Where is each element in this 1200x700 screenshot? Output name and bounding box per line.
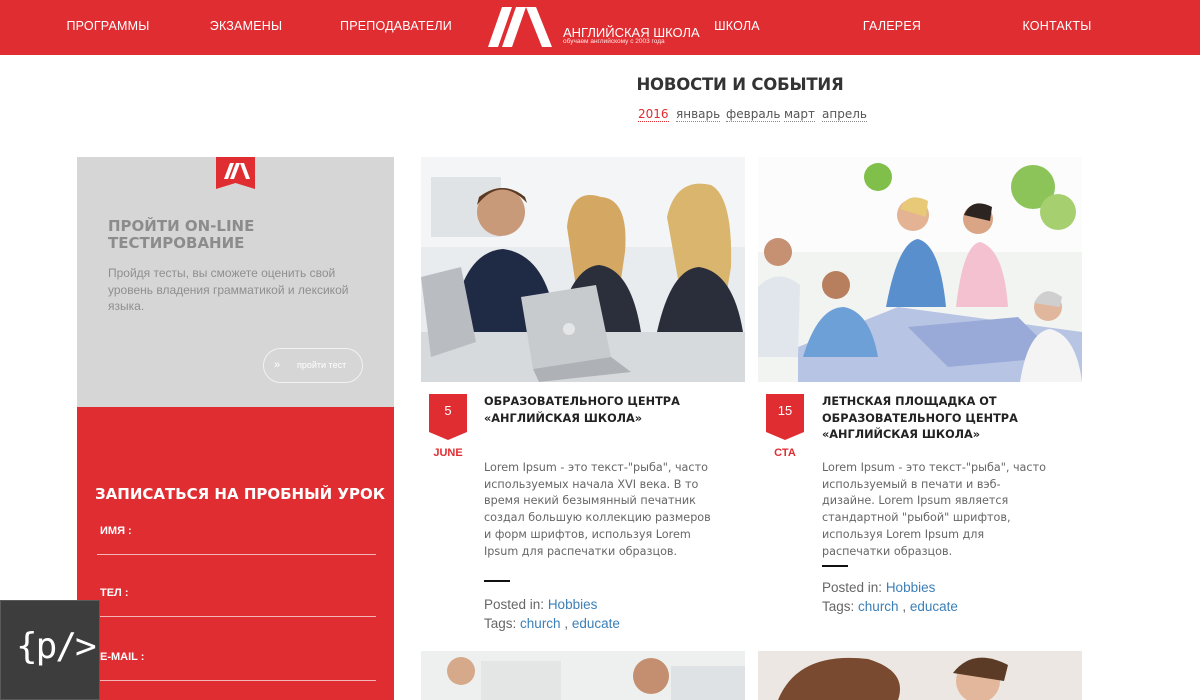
team-workshop-photo-icon [758,157,1082,382]
news-card-image-workshop[interactable] [758,157,1082,382]
nav-gallery-link[interactable]: ГАЛЕРЕЯ [852,19,932,37]
portrait-photo-icon [758,651,1082,700]
take-test-button[interactable]: » пройти тест [263,348,363,383]
online-test-title: ПРОЙТИ ON-LINE ТЕСТИРОВАНИЕ [108,217,255,252]
filter-january[interactable]: январь [676,107,721,122]
logo-subtitle: обучаем английскому с 2003 года [563,38,665,45]
card-date-day: 5 [444,403,452,418]
posted-in-label: Posted in: [822,580,883,595]
students-with-laptops-photo-icon [421,157,745,382]
news-card-image-next-1[interactable] [421,651,745,700]
tag-link[interactable]: church [520,616,561,631]
card-posted-in: Posted in: Hobbies [484,597,597,612]
page: ПРОГРАММЫ ЭКЗАМЕНЫ ПРЕПОДАВАТЕЛИ Английс… [0,0,1200,700]
filter-february[interactable]: февраль [726,107,781,122]
card-title[interactable]: ЛЕТНСКАЯ ПЛОЩАДКА ОТ ОБРАЗОВАТЕЛЬНОГО ЦЕ… [822,394,1072,444]
double-chevron-right-icon: » [274,359,281,371]
phone-field[interactable]: ТЕЛ : [97,587,376,617]
tag-link[interactable]: educate [572,616,620,631]
news-section-title: НОВОСТИ И СОБЫТИЯ [636,75,844,94]
card-divider [822,565,848,567]
filter-march[interactable]: март [784,107,816,122]
tag-link[interactable]: church [858,599,899,614]
card-posted-in: Posted in: Hobbies [822,580,935,595]
email-field-label: E-MAIL : [100,651,145,663]
take-test-button-label: пройти тест [297,360,347,370]
card-tags: Tags: church , educate [822,599,958,614]
top-navigation-bar: ПРОГРАММЫ ЭКЗАМЕНЫ ПРЕПОДАВАТЕЛИ Английс… [0,0,1200,55]
news-card-image-students[interactable] [421,157,745,382]
card-excerpt: Lorem Ipsum - это текст-"рыба", часто ис… [484,461,711,558]
trial-lesson-form: ЗАПИСАТЬСЯ НА ПРОБНЫЙ УРОК ИМЯ : ТЕЛ : E… [77,407,394,700]
tags-label: Tags: [484,616,517,631]
card-excerpt: Lorem Ipsum - это текст-"рыба", часто ис… [822,461,1046,558]
tag-link[interactable]: educate [910,599,958,614]
card-date-month: JUNE [433,447,463,459]
logo-ribbon-icon [216,157,255,189]
classroom-photo-icon [421,651,745,700]
nav-exams-link[interactable]: ЭКЗАМЕНЫ [200,19,292,37]
nav-programs-link[interactable]: ПРОГРАММЫ [60,19,156,37]
category-link[interactable]: Hobbies [886,580,936,595]
card-tags: Tags: church , educate [484,616,620,631]
name-field[interactable]: ИМЯ : [97,525,376,555]
card-date-month: СТА [774,447,796,459]
card-divider [484,580,510,582]
trial-lesson-title: ЗАПИСАТЬСЯ НА ПРОБНЫЙ УРОК [95,485,385,503]
code-badge: {p/> [0,600,100,700]
nav-contacts-link[interactable]: КОНТАКТЫ [1014,19,1100,37]
school-logo[interactable]: Английская школа обучаем английскому с 2… [486,5,700,49]
category-link[interactable]: Hobbies [548,597,598,612]
email-field[interactable]: E-MAIL : [97,651,376,681]
name-field-label: ИМЯ : [100,525,132,537]
code-badge-text: {p/> [16,626,97,667]
filter-april[interactable]: апрель [822,107,867,122]
logo-mark-icon [488,7,552,47]
card-title[interactable]: ОБРАЗОВАТЕЛЬНОГО ЦЕНТРА «АНГЛИЙСКАЯ ШКОЛ… [484,394,734,427]
phone-field-label: ТЕЛ : [100,587,129,599]
tags-label: Tags: [822,599,855,614]
nav-teachers-link[interactable]: ПРЕПОДАВАТЕЛИ [340,19,452,37]
filter-year-2016[interactable]: 2016 [638,107,669,122]
online-test-panel: ПРОЙТИ ON-LINE ТЕСТИРОВАНИЕ Пройдя тесты… [77,157,394,407]
card-date-day: 15 [777,403,793,418]
nav-school-link[interactable]: ШКОЛА [700,19,774,37]
online-test-description: Пройдя тесты, вы сможете оценить свой ур… [108,266,349,313]
posted-in-label: Posted in: [484,597,545,612]
news-card-image-next-2[interactable] [758,651,1082,700]
